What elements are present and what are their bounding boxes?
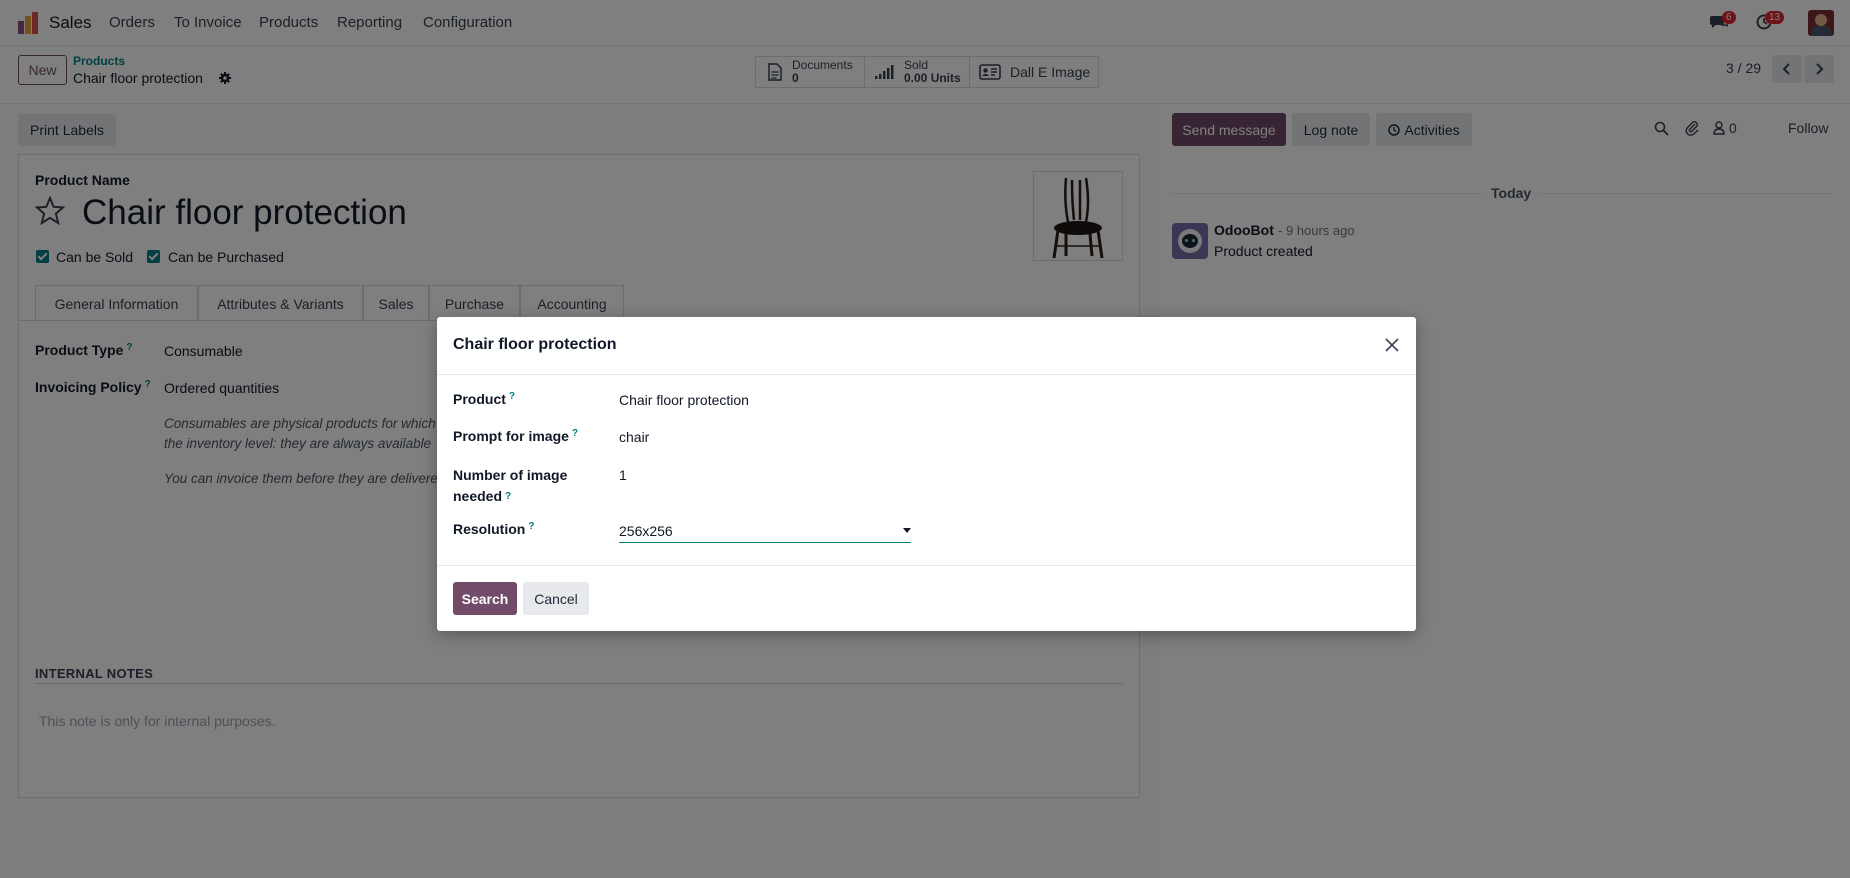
dialog-header-divider xyxy=(437,374,1416,375)
search-button[interactable]: Search xyxy=(453,582,517,615)
dialog-footer-divider xyxy=(437,565,1416,566)
resolution-select[interactable]: 256x256 xyxy=(619,520,911,543)
product-field-label: Product? xyxy=(453,391,515,407)
product-field-value: Chair floor protection xyxy=(619,392,749,408)
number-images-label: Number of image needed? xyxy=(453,467,568,504)
number-images-input[interactable]: 1 xyxy=(619,467,627,483)
prompt-field-input[interactable]: chair xyxy=(619,429,649,445)
close-icon[interactable] xyxy=(1384,337,1400,353)
prompt-field-label: Prompt for image? xyxy=(453,428,579,444)
cancel-button[interactable]: Cancel xyxy=(523,582,589,615)
dialog-title: Chair floor protection xyxy=(453,336,617,353)
resolution-selected-value: 256x256 xyxy=(619,523,673,539)
resolution-label: Resolution? xyxy=(453,521,535,537)
caret-down-icon xyxy=(903,528,911,533)
dalle-dialog: Chair floor protection Product? Chair fl… xyxy=(437,317,1416,631)
